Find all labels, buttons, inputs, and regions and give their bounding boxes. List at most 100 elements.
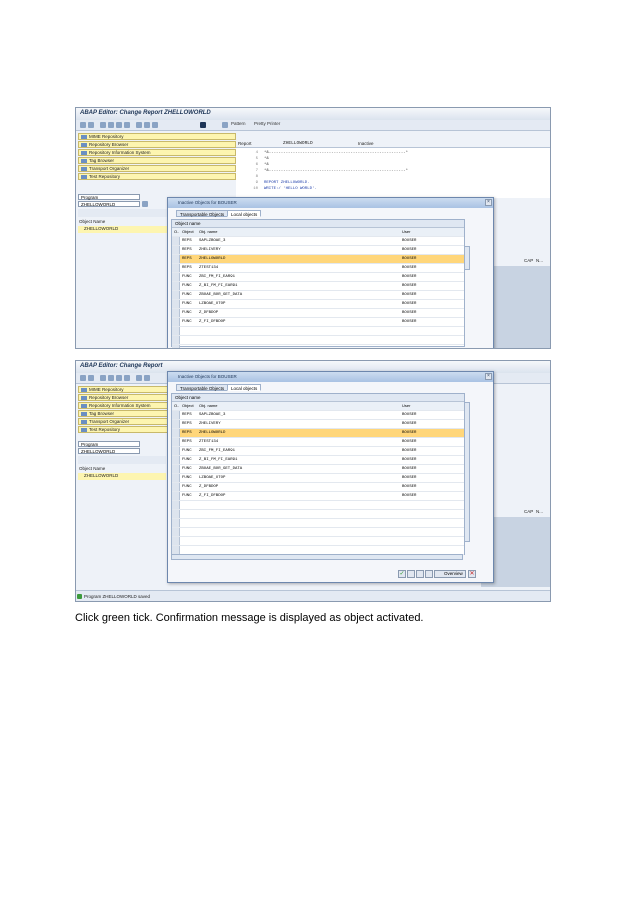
table-row[interactable]: REPS ZHELLOWORLD BOUSER (172, 255, 464, 264)
table-row[interactable]: FUNC ZBOAE_BOR_GET_DATA BOUSER (172, 291, 464, 300)
select-all-icon[interactable] (407, 570, 415, 578)
table-row[interactable] (172, 537, 464, 546)
table-row[interactable]: REPS SAPLZBOAE_3 BOUSER (172, 237, 464, 246)
detail-icon[interactable] (425, 570, 433, 578)
vertical-scrollbar[interactable] (464, 246, 470, 270)
table-row[interactable]: FUNC LZBOAE_UTOP BOUSER (172, 474, 464, 483)
table-row[interactable]: FUNC Z_DFBDOP BOUSER (172, 483, 464, 492)
table-row[interactable]: FUNC Z_FI_DFBDOP BOUSER (172, 318, 464, 327)
green-tick-button[interactable]: ✓ (398, 570, 406, 578)
table-row[interactable]: FUNC ZBI_FM_FI_EAR91 BOUSER (172, 273, 464, 282)
table-row[interactable]: FUNC Z_BI_FM_FI_EAR91 BOUSER (172, 456, 464, 465)
table-row[interactable]: FUNC ZBOAE_BOR_GET_DATA BOUSER (172, 465, 464, 474)
table-row[interactable]: REPS ZTEST134 BOUSER (172, 438, 464, 447)
table-row[interactable] (172, 528, 464, 537)
row-selector[interactable] (172, 291, 180, 299)
row-selector[interactable] (172, 309, 180, 317)
table-row[interactable]: REPS ZTEST134 BOUSER (172, 264, 464, 273)
tab-local-objects[interactable]: Local objects (227, 210, 262, 217)
table-row[interactable] (172, 345, 464, 348)
check-icon[interactable] (108, 375, 114, 381)
row-selector[interactable] (172, 465, 180, 473)
row-selector[interactable] (172, 411, 180, 419)
where-used-icon[interactable] (136, 122, 142, 128)
object-type-select[interactable]: Program (78, 441, 140, 447)
row-selector[interactable] (172, 255, 180, 263)
pretty-printer-button[interactable]: Pretty Printer (254, 121, 280, 126)
object-list-icon[interactable] (144, 375, 150, 381)
column-header[interactable]: Object (182, 402, 194, 410)
row-selector[interactable] (172, 492, 180, 500)
tab-transportable-objects[interactable]: Transportable Objects (176, 384, 229, 391)
table-row[interactable] (172, 327, 464, 336)
column-header[interactable]: Object (182, 228, 194, 236)
row-selector[interactable] (172, 438, 180, 446)
activate-icon[interactable] (116, 122, 122, 128)
nav-tag-browser[interactable]: Tag Browser (78, 157, 236, 164)
row-selector[interactable] (172, 456, 180, 464)
object-name-input[interactable]: ZHELLOWORLD (78, 201, 140, 207)
table-row[interactable]: REPS ZHELLOWORLD BOUSER (172, 429, 464, 438)
row-selector[interactable] (172, 447, 180, 455)
row-selector[interactable] (172, 246, 180, 254)
cancel-icon[interactable]: ✕ (468, 570, 476, 578)
nav-transport-organizer[interactable]: Transport Organizer (78, 165, 236, 172)
row-selector[interactable] (172, 420, 180, 428)
object-list-icon[interactable] (144, 122, 150, 128)
row-selector[interactable] (172, 483, 180, 491)
row-selector[interactable] (172, 336, 180, 344)
table-row[interactable]: FUNC Z_BI_FM_FI_EAR91 BOUSER (172, 282, 464, 291)
nav-mime-repository[interactable]: MIME Repository (78, 133, 236, 140)
column-header[interactable]: O.. (174, 402, 179, 410)
column-header[interactable]: Obj. name (199, 402, 217, 410)
back-icon[interactable] (80, 122, 86, 128)
row-selector[interactable] (172, 345, 180, 348)
table-row[interactable]: FUNC Z_FI_DFBDOP BOUSER (172, 492, 464, 501)
back-icon[interactable] (80, 375, 86, 381)
row-selector[interactable] (172, 501, 180, 509)
object-name-input[interactable]: ZHELLOWORLD (78, 448, 140, 454)
table-row[interactable]: FUNC LZBOAE_UTOP BOUSER (172, 300, 464, 309)
row-selector[interactable] (172, 300, 180, 308)
row-selector[interactable] (172, 528, 180, 536)
column-header[interactable]: Obj. name (199, 228, 217, 236)
vertical-scrollbar[interactable] (464, 402, 470, 542)
row-selector[interactable] (172, 237, 180, 245)
navigation-icon[interactable] (152, 122, 158, 128)
row-selector[interactable] (172, 429, 180, 437)
horizontal-scrollbar[interactable] (171, 554, 463, 560)
table-row[interactable]: REPS SAPLZBOAE_3 BOUSER (172, 411, 464, 420)
row-selector[interactable] (172, 264, 180, 272)
column-header[interactable]: User (402, 228, 410, 236)
row-selector[interactable] (172, 510, 180, 518)
row-selector[interactable] (172, 273, 180, 281)
row-selector[interactable] (172, 537, 180, 545)
object-type-select[interactable]: Program (78, 194, 140, 200)
test-icon[interactable] (124, 122, 130, 128)
deselect-all-icon[interactable] (416, 570, 424, 578)
row-selector[interactable] (172, 282, 180, 290)
table-row[interactable] (172, 501, 464, 510)
column-header[interactable]: User (402, 402, 410, 410)
row-selector[interactable] (172, 546, 180, 554)
table-row[interactable] (172, 519, 464, 528)
check-icon[interactable] (108, 122, 114, 128)
pattern-icon[interactable] (222, 122, 228, 128)
table-row[interactable]: FUNC Z_DFBDOP BOUSER (172, 309, 464, 318)
close-icon[interactable]: × (485, 373, 492, 380)
tab-local-objects[interactable]: Local objects (227, 384, 262, 391)
close-icon[interactable]: × (485, 199, 492, 206)
pattern-button[interactable]: Pattern (231, 121, 246, 126)
table-row[interactable]: FUNC ZBI_FM_FI_EAR91 BOUSER (172, 447, 464, 456)
row-selector[interactable] (172, 474, 180, 482)
where-used-icon[interactable] (136, 375, 142, 381)
table-row[interactable]: REPS ZHELIVERY BOUSER (172, 246, 464, 255)
display-change-icon[interactable] (100, 122, 106, 128)
table-row[interactable] (172, 510, 464, 519)
row-selector[interactable] (172, 327, 180, 335)
forward-icon[interactable] (88, 375, 94, 381)
table-row[interactable]: REPS ZHELIVERY BOUSER (172, 420, 464, 429)
row-selector[interactable] (172, 318, 180, 326)
tab-transportable-objects[interactable]: Transportable Objects (176, 210, 229, 217)
nav-repository-browser[interactable]: Repository Browser (78, 141, 236, 148)
